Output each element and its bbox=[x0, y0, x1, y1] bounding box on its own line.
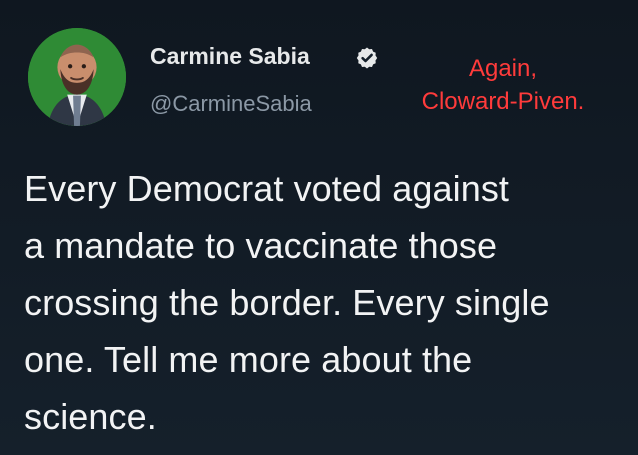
tweet-body: Every Democrat voted against a mandate t… bbox=[24, 160, 634, 445]
tweet-line-3: crossing the border. Every single bbox=[24, 282, 550, 323]
display-name[interactable]: Carmine Sabia bbox=[150, 45, 310, 68]
verified-badge-icon bbox=[355, 46, 379, 70]
tweet-card: Carmine Sabia @CarmineSabia Again, Clowa… bbox=[0, 0, 638, 455]
tweet-line-2: a mandate to vaccinate those bbox=[24, 225, 498, 266]
tweet-line-1: Every Democrat voted against bbox=[24, 168, 510, 209]
profile-avatar[interactable] bbox=[28, 28, 126, 126]
profile-photo-icon bbox=[28, 28, 126, 126]
annotation-line-2: Cloward-Piven. bbox=[421, 88, 585, 115]
profile-handle[interactable]: @CarmineSabia bbox=[150, 93, 312, 115]
annotation-line-1: Again, bbox=[468, 55, 538, 82]
tweet-line-5: science. bbox=[24, 396, 157, 437]
annotation-text: Again, Cloward-Piven. bbox=[392, 52, 614, 118]
tweet-line-4: one. Tell me more about the bbox=[24, 339, 473, 380]
